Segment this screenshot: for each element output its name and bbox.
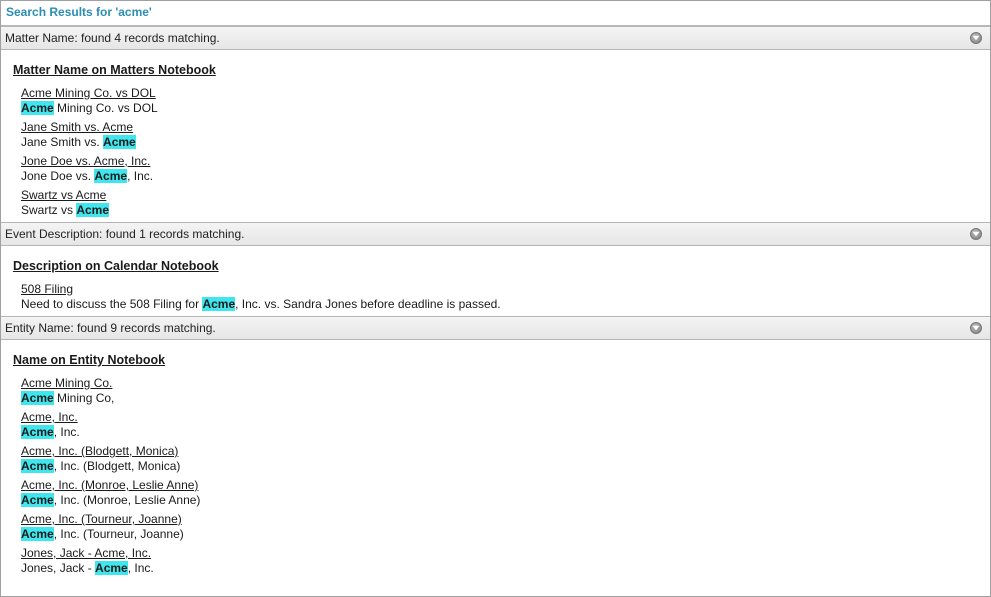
record-snippet: Acme Mining Co,	[21, 391, 990, 406]
list-item: 508 Filing Need to discuss the 508 Filing…	[21, 282, 990, 312]
page-title: Search Results for 'acme'	[1, 1, 990, 26]
result-section: Entity Name: found 9 records matching. N…	[1, 316, 990, 576]
section-body: Name on Entity Notebook Acme Mining Co. A…	[1, 340, 990, 576]
list-item: Jane Smith vs. Acme Jane Smith vs. Acme	[21, 120, 990, 150]
snippet-text: Need to discuss the 508 Filing for	[21, 297, 203, 311]
list-item: Acme Mining Co. Acme Mining Co,	[21, 376, 990, 406]
record-snippet: Acme, Inc. (Monroe, Leslie Anne)	[21, 493, 990, 508]
snippet-text: Swartz vs	[21, 203, 77, 217]
search-term-highlight: Acme	[21, 391, 54, 405]
record-list: 508 Filing Need to discuss the 508 Filing…	[13, 282, 990, 312]
snippet-text: Jone Doe vs.	[21, 169, 95, 183]
search-term-highlight: Acme	[76, 203, 110, 217]
record-snippet: Need to discuss the 508 Filing for Acme,…	[21, 297, 990, 312]
record-link[interactable]: Jane Smith vs. Acme	[21, 120, 990, 135]
snippet-text: , Inc.	[127, 169, 154, 183]
notebook-subheading: Matter Name on Matters Notebook	[13, 63, 216, 77]
search-term-highlight: Acme	[103, 135, 136, 149]
section-header[interactable]: Event Description: found 1 records match…	[1, 222, 990, 246]
search-term-highlight: Acme	[21, 527, 54, 541]
snippet-text: , Inc.	[127, 561, 154, 575]
list-item: Jones, Jack - Acme, Inc. Jones, Jack - Ac…	[21, 546, 990, 576]
chevron-down-circle-icon[interactable]	[970, 228, 982, 240]
record-link[interactable]: Acme Mining Co. vs DOL	[21, 86, 990, 101]
record-link[interactable]: Acme, Inc. (Blodgett, Monica)	[21, 444, 990, 459]
list-item: Acme, Inc. (Monroe, Leslie Anne) Acme, In…	[21, 478, 990, 508]
list-item: Jone Doe vs. Acme, Inc. Jone Doe vs. Acme…	[21, 154, 990, 184]
result-section: Event Description: found 1 records match…	[1, 222, 990, 312]
snippet-text: , Inc. vs. Sandra Jones before deadline …	[235, 297, 501, 311]
record-link[interactable]: Acme, Inc.	[21, 410, 990, 425]
record-snippet: Jone Doe vs. Acme, Inc.	[21, 169, 990, 184]
record-list: Acme Mining Co. vs DOL Acme Mining Co. vs…	[13, 86, 990, 218]
snippet-text: , Inc. (Tourneur, Joanne)	[53, 527, 184, 541]
record-snippet: Jane Smith vs. Acme	[21, 135, 990, 150]
section-body: Matter Name on Matters Notebook Acme Min…	[1, 50, 990, 218]
search-term-highlight: Acme	[21, 425, 54, 439]
search-term-highlight: Acme	[202, 297, 236, 311]
results-sections: Matter Name: found 4 records matching. M…	[1, 26, 990, 576]
record-link[interactable]: 508 Filing	[21, 282, 990, 297]
section-header[interactable]: Matter Name: found 4 records matching.	[1, 26, 990, 50]
search-term-highlight: Acme	[21, 459, 54, 473]
record-snippet: Acme, Inc. (Tourneur, Joanne)	[21, 527, 990, 542]
search-term-highlight: Acme	[94, 169, 128, 183]
record-link[interactable]: Acme, Inc. (Monroe, Leslie Anne)	[21, 478, 990, 493]
section-header-label: Matter Name: found 4 records matching.	[5, 31, 220, 45]
result-section: Matter Name: found 4 records matching. M…	[1, 26, 990, 218]
list-item: Acme, Inc. Acme, Inc.	[21, 410, 990, 440]
notebook-subheading: Name on Entity Notebook	[13, 353, 166, 367]
section-header[interactable]: Entity Name: found 9 records matching.	[1, 316, 990, 340]
record-list: Acme Mining Co. Acme Mining Co, Acme, Inc.…	[13, 376, 990, 576]
record-snippet: Swartz vs Acme	[21, 203, 990, 218]
record-link[interactable]: Swartz vs Acme	[21, 188, 990, 203]
snippet-text: Mining Co,	[53, 391, 115, 405]
record-link[interactable]: Acme, Inc. (Tourneur, Joanne)	[21, 512, 990, 527]
record-snippet: Acme, Inc.	[21, 425, 990, 440]
search-term-highlight: Acme	[21, 101, 54, 115]
snippet-text: , Inc. (Monroe, Leslie Anne)	[53, 493, 201, 507]
section-header-label: Entity Name: found 9 records matching.	[5, 321, 216, 335]
record-snippet: Acme Mining Co. vs DOL	[21, 101, 990, 116]
snippet-text: , Inc.	[53, 425, 80, 439]
record-snippet: Jones, Jack - Acme, Inc.	[21, 561, 990, 576]
list-item: Swartz vs Acme Swartz vs Acme	[21, 188, 990, 218]
list-item: Acme Mining Co. vs DOL Acme Mining Co. vs…	[21, 86, 990, 116]
record-link[interactable]: Jones, Jack - Acme, Inc.	[21, 546, 990, 561]
snippet-text: Mining Co. vs DOL	[53, 101, 158, 115]
record-link[interactable]: Acme Mining Co.	[21, 376, 990, 391]
search-term-highlight: Acme	[95, 561, 128, 575]
snippet-text: , Inc. (Blodgett, Monica)	[53, 459, 181, 473]
section-body: Description on Calendar Notebook 508 Fil…	[1, 246, 990, 312]
section-header-label: Event Description: found 1 records match…	[5, 227, 245, 241]
search-results-panel: Search Results for 'acme' Matter Name: f…	[0, 0, 991, 597]
list-item: Acme, Inc. (Tourneur, Joanne) Acme, Inc. …	[21, 512, 990, 542]
list-item: Acme, Inc. (Blodgett, Monica) Acme, Inc. …	[21, 444, 990, 474]
chevron-down-circle-icon[interactable]	[970, 32, 982, 44]
notebook-subheading: Description on Calendar Notebook	[13, 259, 219, 273]
snippet-text: Jane Smith vs.	[21, 135, 104, 149]
record-link[interactable]: Jone Doe vs. Acme, Inc.	[21, 154, 990, 169]
chevron-down-circle-icon[interactable]	[970, 322, 982, 334]
search-term-highlight: Acme	[21, 493, 54, 507]
record-snippet: Acme, Inc. (Blodgett, Monica)	[21, 459, 990, 474]
snippet-text: Jones, Jack -	[21, 561, 96, 575]
